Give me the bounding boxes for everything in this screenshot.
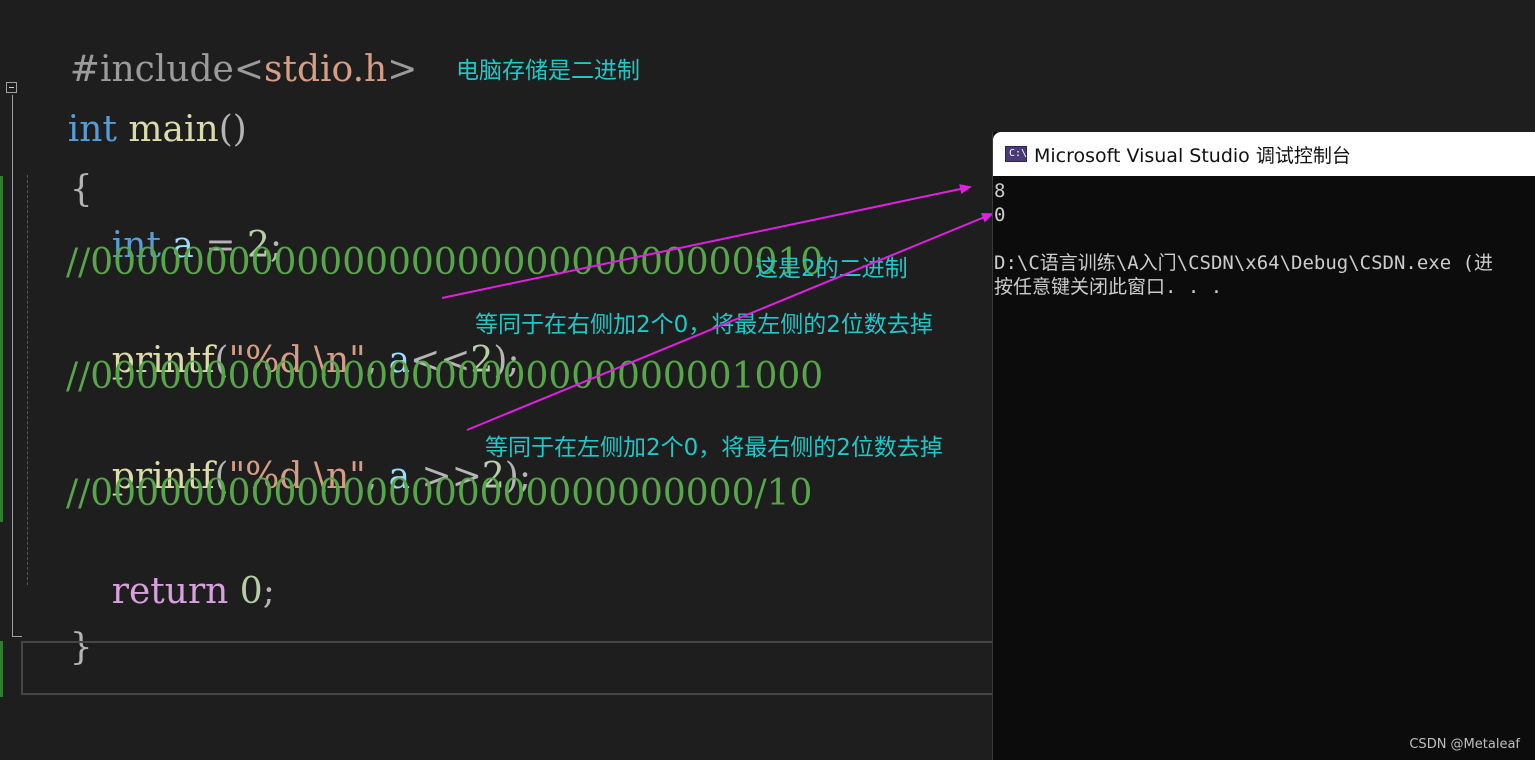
return-keyword: return [111, 571, 229, 612]
code-editor[interactable]: #include<stdio.h> int main() { int a = 2… [0, 0, 1535, 760]
function-name: main [128, 109, 219, 150]
watermark: CSDN @Metaleaf [1409, 737, 1520, 752]
include-gt: > [387, 49, 418, 90]
console-exit-line: D:\C语言训练\A入门\CSDN\x64\Debug\CSDN.exe (进 [994, 252, 1494, 274]
console-output[interactable]: 80 D:\C语言训练\A入门\CSDN\x64\Debug\CSDN.exe … [994, 179, 1493, 299]
console-close-prompt: 按任意键关闭此窗口. . . [994, 276, 1223, 298]
debug-console-window[interactable]: C:\ Microsoft Visual Studio 调试控制台 80 D:\… [992, 132, 1535, 760]
console-output-line: 0 [994, 204, 1006, 226]
console-icon-label: C:\ [1009, 148, 1028, 159]
fold-guide [12, 95, 13, 637]
console-app-icon: C:\ [1005, 146, 1027, 162]
console-output-line: 8 [994, 180, 1006, 202]
fold-guide-end [12, 636, 22, 637]
annotation-binary-of-two: 这是2的二进制 [755, 256, 908, 282]
comment-line[interactable]: //00000000000000000000000000000010 [66, 243, 823, 283]
semicolon: ; [262, 571, 275, 612]
annotation-right-shift: 等同于在左侧加2个0，将最右侧的2位数去掉 [485, 435, 943, 461]
change-indicator [0, 176, 3, 522]
return-value: 0 [239, 571, 263, 612]
include-header: stdio.h [264, 49, 388, 90]
current-line-highlight[interactable] [21, 641, 1021, 695]
console-titlebar[interactable]: C:\ Microsoft Visual Studio 调试控制台 [993, 132, 1535, 176]
annotation-binary-storage: 电脑存储是二进制 [456, 58, 640, 84]
annotation-left-shift: 等同于在右侧加2个0，将最左侧的2位数去掉 [475, 312, 933, 338]
comment-line[interactable]: //00000000000000000000000000000/10 [66, 474, 812, 514]
comment-line[interactable]: //00000000000000000000000000001000 [66, 357, 823, 397]
return-line[interactable]: return 0; [66, 532, 275, 652]
function-parens: () [218, 109, 247, 150]
collapse-toggle-icon[interactable] [6, 82, 17, 93]
change-indicator [0, 641, 3, 697]
console-title: Microsoft Visual Studio 调试控制台 [1034, 144, 1351, 167]
